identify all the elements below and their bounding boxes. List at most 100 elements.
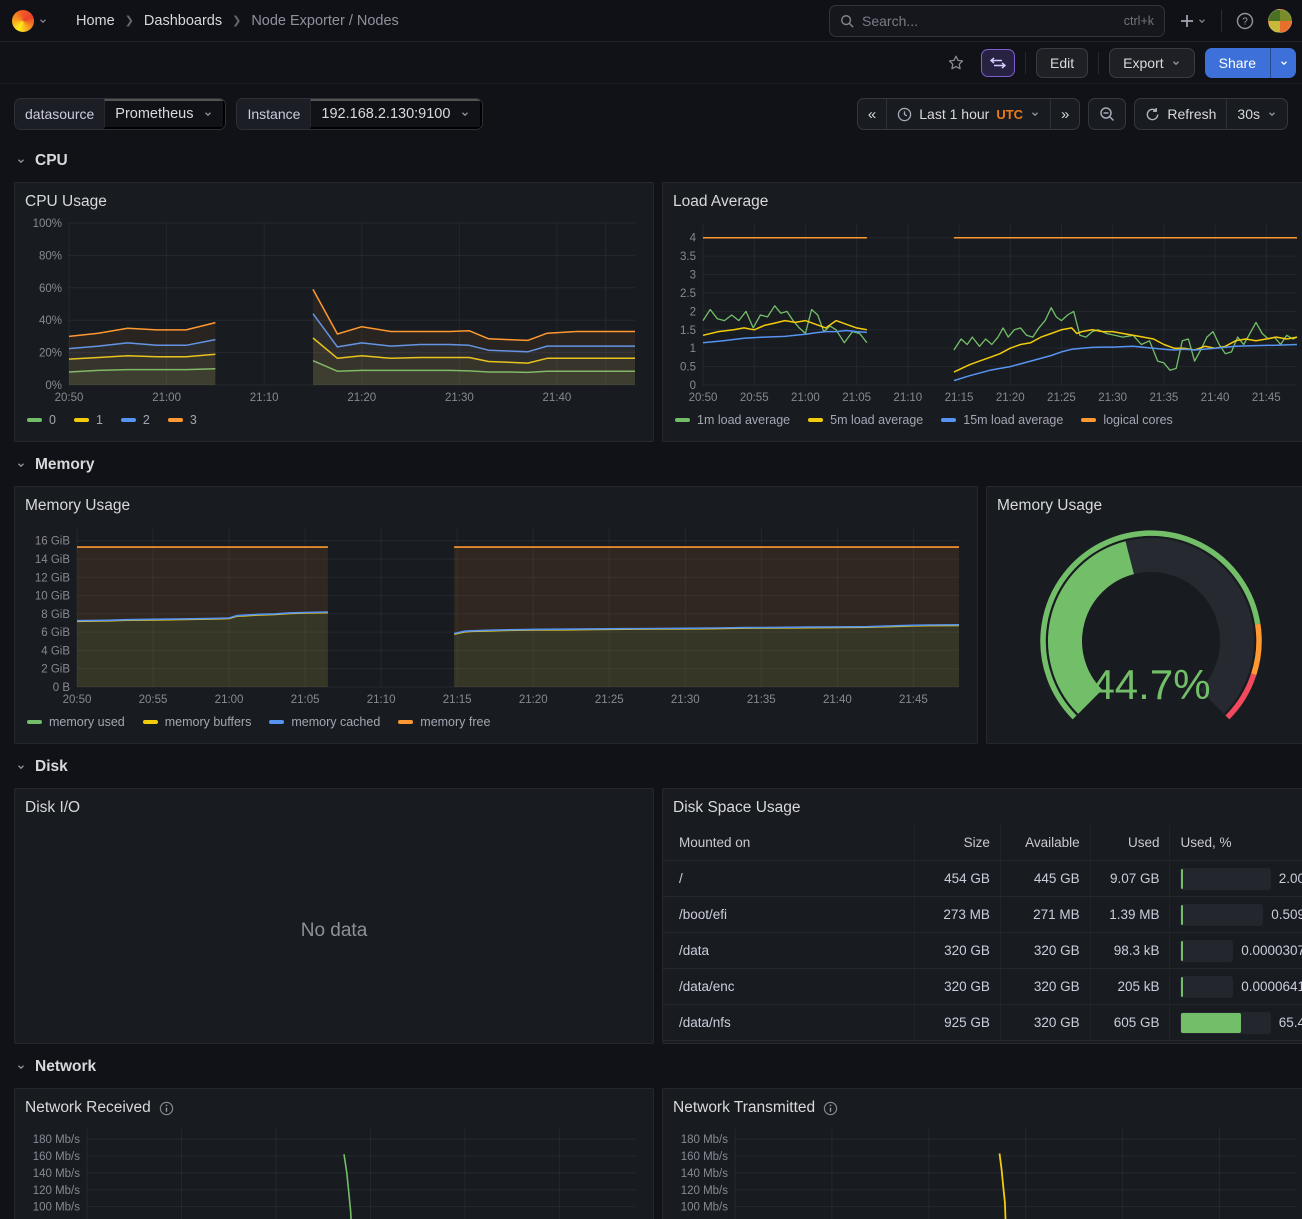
variable-label: Instance (237, 99, 310, 129)
star-dashboard-button[interactable] (941, 48, 971, 78)
used-pct-value: 0.0000641 (1241, 979, 1302, 994)
legend-color-chip (121, 418, 136, 422)
network-transmitted-chart[interactable]: 100 Mb/s120 Mb/s140 Mb/s160 Mb/s180 Mb/s (671, 1121, 1302, 1219)
network-received-chart[interactable]: 100 Mb/s120 Mb/s140 Mb/s160 Mb/s180 Mb/s (23, 1121, 645, 1219)
legend-item[interactable]: 2 (121, 413, 150, 427)
share-options-button[interactable] (1270, 48, 1296, 78)
legend-item[interactable]: 3 (168, 413, 197, 427)
search-box[interactable]: ctrl+k (829, 5, 1165, 37)
panel-header[interactable]: Disk Space Usage (663, 789, 1302, 819)
section-header-disk[interactable]: Disk (16, 754, 1302, 780)
legend-color-chip (808, 418, 823, 422)
panel-header[interactable]: Memory Usage (987, 487, 1302, 517)
column-header-used[interactable]: Used (1090, 825, 1170, 860)
panel-title: Load Average (673, 193, 768, 211)
edit-button[interactable]: Edit (1036, 48, 1088, 78)
star-icon (947, 54, 965, 72)
breadcrumb-home[interactable]: Home (76, 13, 115, 29)
user-avatar[interactable] (1268, 9, 1292, 33)
legend-color-chip (269, 720, 284, 724)
divider (1098, 52, 1099, 74)
breadcrumb-dashboards[interactable]: Dashboards (144, 13, 222, 29)
refresh-button[interactable]: Refresh (1135, 99, 1226, 129)
table-row: /data/enc320 GB320 GB205 kB0.0000641 (663, 969, 1302, 1005)
refresh-interval-picker[interactable]: 30s (1226, 99, 1287, 129)
panel-header[interactable]: Network Received (15, 1089, 653, 1119)
cell-available: 445 GB (1000, 861, 1090, 896)
svg-text:40%: 40% (39, 315, 62, 327)
zoom-out-button[interactable] (1089, 99, 1125, 129)
help-button[interactable]: ? (1232, 8, 1258, 34)
panel-header[interactable]: CPU Usage (15, 183, 653, 213)
legend-item[interactable]: 1 (74, 413, 103, 427)
svg-text:21:40: 21:40 (1201, 392, 1230, 404)
column-header-used-pct[interactable]: Used, % (1169, 825, 1302, 860)
svg-text:100 Mb/s: 100 Mb/s (681, 1202, 729, 1214)
load-average-chart[interactable]: 20:5020:5521:0021:0521:1021:1521:2021:25… (671, 215, 1302, 407)
used-pct-bar-gauge (1180, 868, 1270, 890)
panel-header[interactable]: Load Average (663, 183, 1302, 213)
add-new-button[interactable] (1175, 9, 1211, 33)
instance-picker[interactable]: 192.168.2.130:9100 (310, 99, 482, 129)
legend-item[interactable]: memory cached (269, 715, 380, 729)
info-icon[interactable] (159, 1101, 174, 1116)
section-title: Disk (35, 758, 68, 776)
column-header-size[interactable]: Size (914, 825, 1000, 860)
svg-text:21:20: 21:20 (996, 392, 1025, 404)
svg-text:21:45: 21:45 (1252, 392, 1281, 404)
legend-item[interactable]: memory buffers (143, 715, 252, 729)
panel-header[interactable]: Memory Usage (15, 487, 977, 517)
cell-used: 98.3 kB (1090, 933, 1170, 968)
grafana-logo-button[interactable] (12, 10, 48, 32)
time-shift-back-button[interactable]: « (858, 99, 886, 129)
column-header-mounted-on[interactable]: Mounted on (663, 825, 914, 860)
section-header-memory[interactable]: Memory (16, 452, 1302, 478)
cpu-usage-chart[interactable]: 20:5021:0021:1021:2021:3021:400%20%40%60… (23, 215, 645, 407)
datasource-picker[interactable]: Prometheus (104, 99, 225, 129)
refresh-label: Refresh (1167, 106, 1216, 122)
bar-fill (1181, 977, 1183, 997)
memory-usage-chart[interactable]: 20:5020:5521:0021:0521:1021:1521:2021:25… (23, 519, 969, 709)
panel-title: Disk I/O (25, 799, 80, 817)
column-header-available[interactable]: Available (1000, 825, 1090, 860)
table-row: /454 GB445 GB9.07 GB2.00 (663, 861, 1302, 897)
legend-item[interactable]: 15m load average (941, 413, 1063, 427)
svg-text:21:25: 21:25 (595, 694, 624, 706)
legend-item[interactable]: 5m load average (808, 413, 923, 427)
search-input[interactable] (862, 13, 1116, 29)
section-title: CPU (35, 152, 68, 170)
dashboard-toolbar: Edit Export Share (0, 42, 1302, 84)
cell-used: 9.07 GB (1090, 861, 1170, 896)
chevron-down-icon (203, 109, 213, 119)
dashboard-body: CPU CPU Usage 20:5021:0021:1021:2021:302… (0, 134, 1302, 1219)
export-button[interactable]: Export (1109, 48, 1194, 78)
legend-item[interactable]: memory used (27, 715, 125, 729)
cell-size: 925 GB (914, 1005, 1000, 1040)
memory-usage-gauge[interactable]: 44.7% (987, 517, 1302, 721)
used-pct-bar-gauge (1180, 1012, 1270, 1034)
panel-header[interactable]: Disk I/O (15, 789, 653, 819)
chevron-down-icon (16, 1062, 26, 1072)
svg-text:21:25: 21:25 (1047, 392, 1076, 404)
table-row: /data/nfs925 GB320 GB605 GB65.4 (663, 1005, 1302, 1041)
legend-item[interactable]: memory free (398, 715, 490, 729)
svg-text:0%: 0% (45, 380, 62, 392)
legend-item[interactable]: 0 (27, 413, 56, 427)
panel-load-average: Load Average 20:5020:5521:0021:0521:1021… (662, 182, 1302, 442)
time-shift-forward-button[interactable]: » (1050, 99, 1079, 129)
shared-dashboard-toggle[interactable] (981, 49, 1015, 77)
time-range-picker[interactable]: Last 1 hour UTC (886, 99, 1050, 129)
section-header-cpu[interactable]: CPU (16, 148, 1302, 174)
export-label: Export (1123, 55, 1163, 71)
section-header-network[interactable]: Network (16, 1054, 1302, 1080)
svg-text:21:35: 21:35 (747, 694, 776, 706)
svg-text:20:55: 20:55 (139, 694, 168, 706)
zoom-out-icon (1099, 106, 1115, 122)
panel-header[interactable]: Network Transmitted (663, 1089, 1302, 1119)
legend-item[interactable]: logical cores (1081, 413, 1172, 427)
used-pct-bar-gauge (1180, 940, 1233, 962)
info-icon[interactable] (823, 1101, 838, 1116)
svg-text:100 Mb/s: 100 Mb/s (33, 1202, 81, 1214)
share-button[interactable]: Share (1205, 48, 1270, 78)
legend-item[interactable]: 1m load average (675, 413, 790, 427)
